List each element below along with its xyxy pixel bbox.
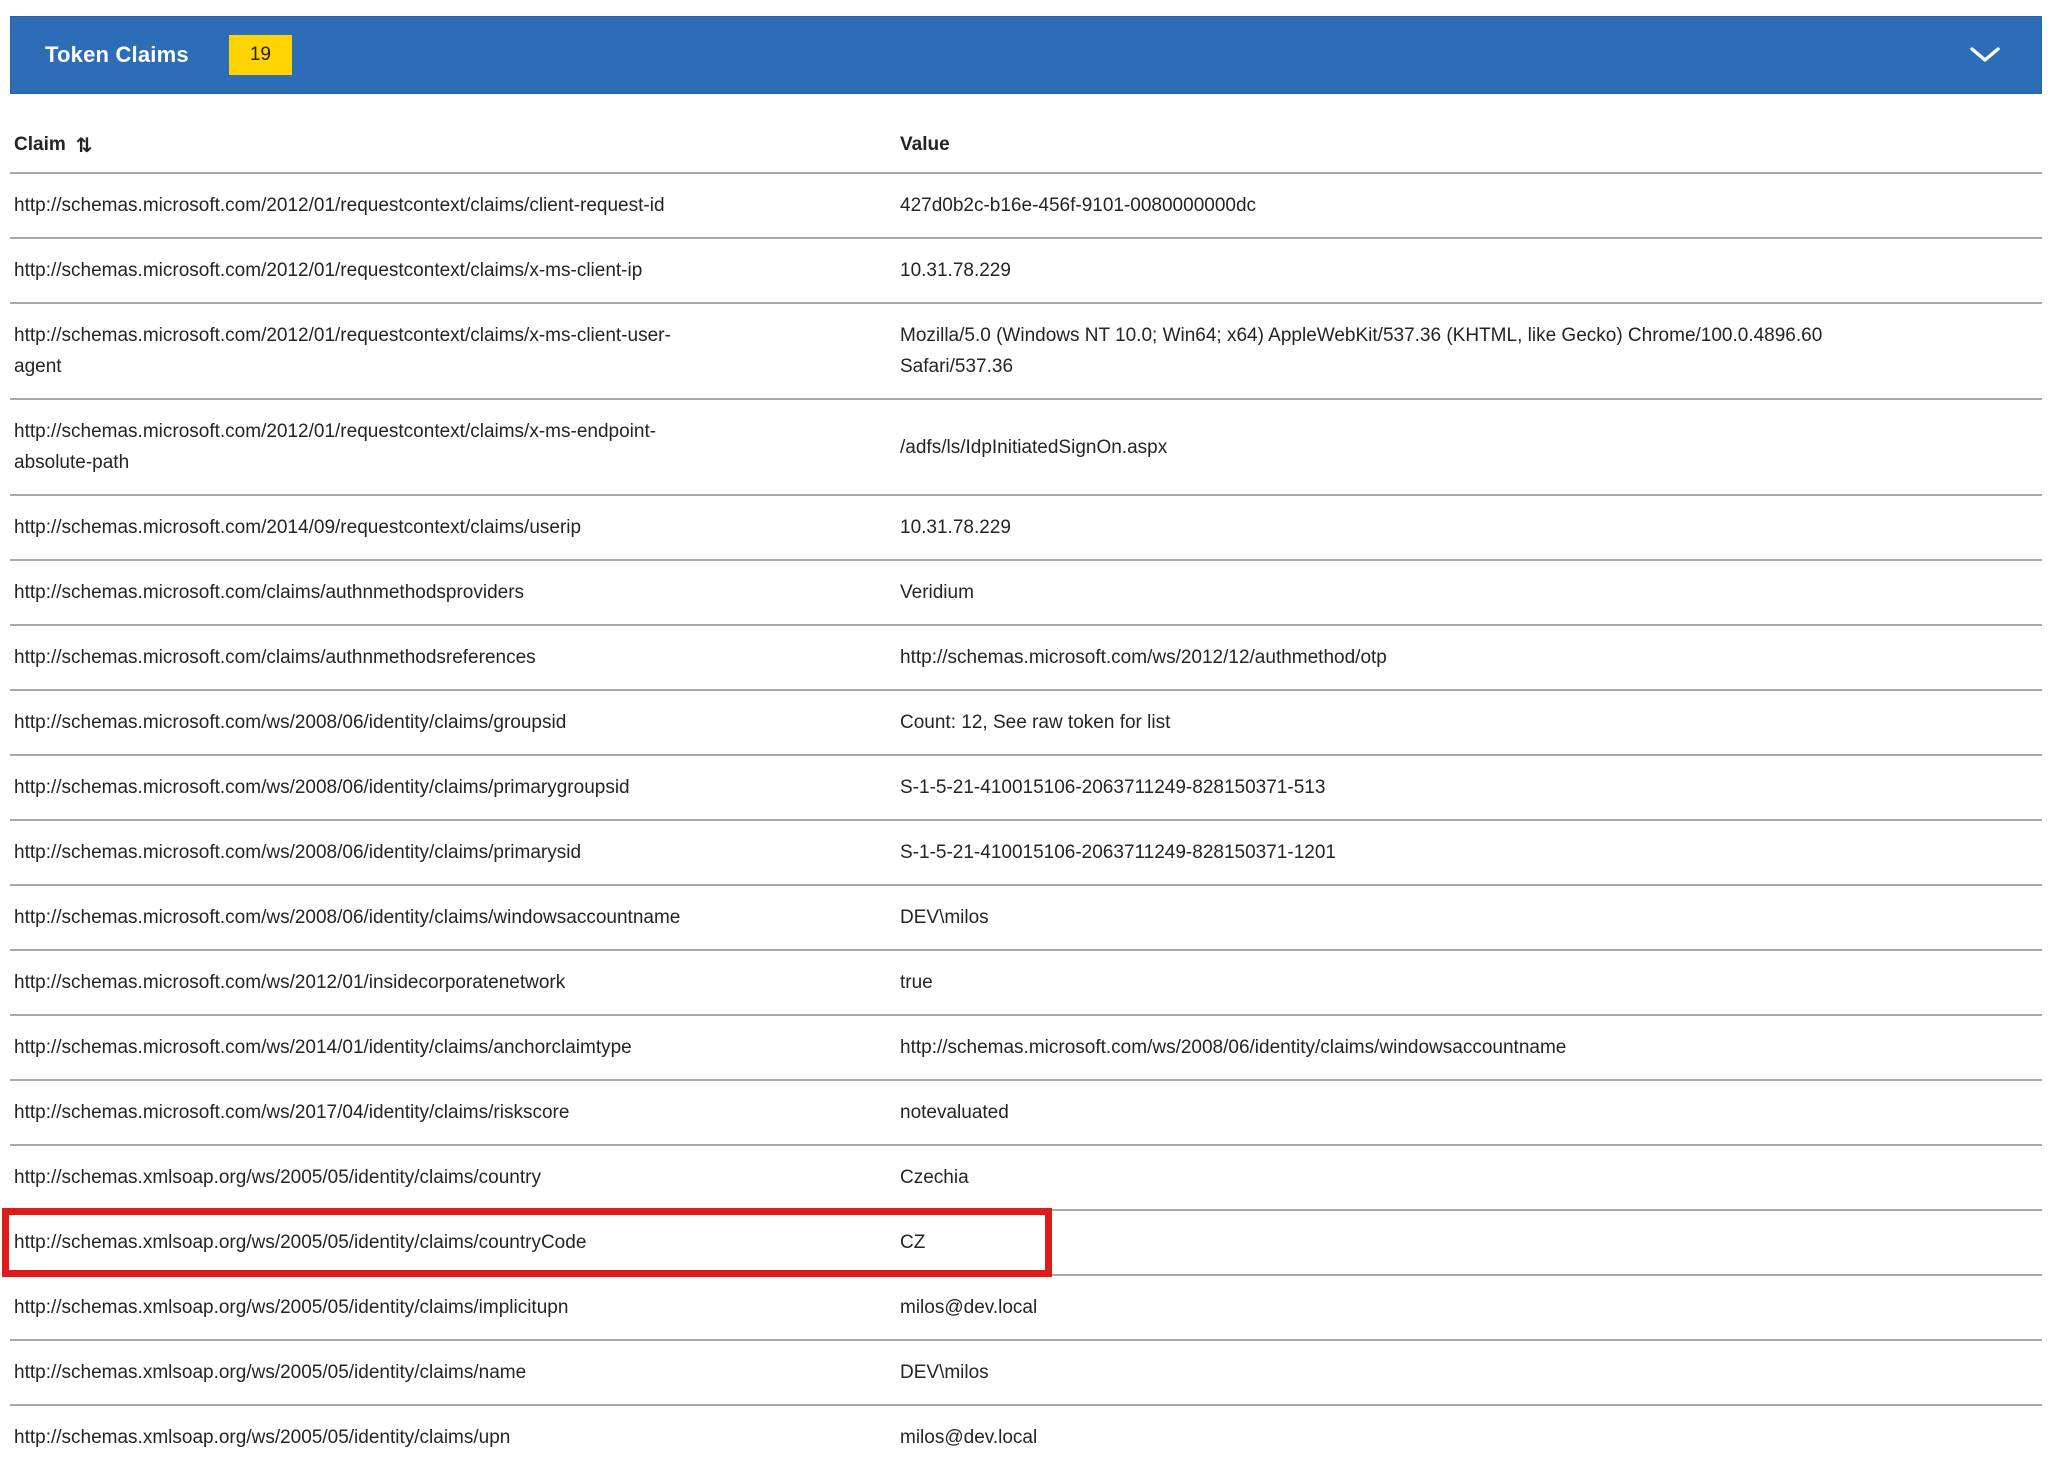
claim-cell: http://schemas.microsoft.com/2014/09/req…: [10, 496, 896, 559]
value-cell: Veridium: [896, 561, 1848, 624]
value-cell: Czechia: [896, 1146, 1848, 1209]
value-cell: Mozilla/5.0 (Windows NT 10.0; Win64; x64…: [896, 304, 1848, 398]
table-row: http://schemas.microsoft.com/2012/01/req…: [10, 239, 2042, 304]
table-row: http://schemas.microsoft.com/2014/09/req…: [10, 496, 2042, 561]
claim-cell: http://schemas.microsoft.com/ws/2008/06/…: [10, 886, 896, 949]
table-row: http://schemas.microsoft.com/2012/01/req…: [10, 304, 2042, 400]
table-row: http://schemas.microsoft.com/ws/2014/01/…: [10, 1016, 2042, 1081]
table-row: http://schemas.xmlsoap.org/ws/2005/05/id…: [10, 1211, 2042, 1276]
claim-cell: http://schemas.xmlsoap.org/ws/2005/05/id…: [10, 1146, 896, 1209]
value-cell: S-1-5-21-410015106-2063711249-828150371-…: [896, 821, 1848, 884]
claim-cell: http://schemas.xmlsoap.org/ws/2005/05/id…: [10, 1276, 896, 1339]
table-row: http://schemas.microsoft.com/ws/2008/06/…: [10, 821, 2042, 886]
table-header-row: Claim ⇅ Value: [10, 118, 2042, 174]
value-cell: DEV\milos: [896, 1341, 1848, 1404]
claim-cell: http://schemas.microsoft.com/2012/01/req…: [10, 174, 896, 237]
chevron-down-icon[interactable]: [1969, 46, 2001, 64]
claim-cell: http://schemas.microsoft.com/2012/01/req…: [10, 304, 896, 398]
value-cell: DEV\milos: [896, 886, 1848, 949]
value-cell: notevaluated: [896, 1081, 1848, 1144]
claim-cell: http://schemas.xmlsoap.org/ws/2005/05/id…: [10, 1211, 896, 1274]
panel-title: Token Claims: [45, 42, 189, 68]
claims-table: Claim ⇅ Value http://schemas.microsoft.c…: [10, 118, 2042, 1464]
column-header-value[interactable]: Value: [896, 134, 2042, 156]
table-row: http://schemas.microsoft.com/ws/2008/06/…: [10, 756, 2042, 821]
table-row: http://schemas.microsoft.com/ws/2017/04/…: [10, 1081, 2042, 1146]
value-cell: 427d0b2c-b16e-456f-9101-0080000000dc: [896, 174, 1848, 237]
claim-cell: http://schemas.microsoft.com/2012/01/req…: [10, 239, 896, 302]
claim-cell: http://schemas.microsoft.com/ws/2017/04/…: [10, 1081, 896, 1144]
claim-cell: http://schemas.microsoft.com/ws/2008/06/…: [10, 756, 896, 819]
table-body: http://schemas.microsoft.com/2012/01/req…: [10, 174, 2042, 1464]
claim-cell: http://schemas.microsoft.com/ws/2014/01/…: [10, 1016, 896, 1079]
claim-cell: http://schemas.microsoft.com/2012/01/req…: [10, 400, 896, 494]
table-row: http://schemas.microsoft.com/ws/2012/01/…: [10, 951, 2042, 1016]
value-cell: Count: 12, See raw token for list: [896, 691, 1848, 754]
value-cell: http://schemas.microsoft.com/ws/2012/12/…: [896, 626, 1848, 689]
token-claims-panel: Token Claims 19 Claim ⇅ Value http://sch…: [0, 0, 2052, 1464]
table-row: http://schemas.microsoft.com/ws/2008/06/…: [10, 691, 2042, 756]
sort-icon[interactable]: ⇅: [76, 133, 93, 157]
table-row: http://schemas.microsoft.com/claims/auth…: [10, 626, 2042, 691]
claim-cell: http://schemas.microsoft.com/claims/auth…: [10, 626, 896, 689]
value-cell: /adfs/ls/IdpInitiatedSignOn.aspx: [896, 416, 1848, 479]
table-row: http://schemas.xmlsoap.org/ws/2005/05/id…: [10, 1406, 2042, 1464]
value-cell: true: [896, 951, 1848, 1014]
claim-cell: http://schemas.xmlsoap.org/ws/2005/05/id…: [10, 1406, 896, 1464]
table-row: http://schemas.microsoft.com/2012/01/req…: [10, 400, 2042, 496]
claim-cell: http://schemas.microsoft.com/ws/2008/06/…: [10, 691, 896, 754]
table-row: http://schemas.microsoft.com/claims/auth…: [10, 561, 2042, 626]
value-cell: S-1-5-21-410015106-2063711249-828150371-…: [896, 756, 1848, 819]
value-cell: milos@dev.local: [896, 1406, 1848, 1464]
value-cell: 10.31.78.229: [896, 239, 1848, 302]
claim-cell: http://schemas.microsoft.com/claims/auth…: [10, 561, 896, 624]
claims-count-badge: 19: [229, 35, 292, 75]
value-header-label: Value: [900, 134, 950, 156]
table-row: http://schemas.microsoft.com/ws/2008/06/…: [10, 886, 2042, 951]
value-cell: http://schemas.microsoft.com/ws/2008/06/…: [896, 1016, 1848, 1079]
claim-cell: http://schemas.microsoft.com/ws/2012/01/…: [10, 951, 896, 1014]
value-cell: CZ: [896, 1211, 1848, 1274]
table-row: http://schemas.xmlsoap.org/ws/2005/05/id…: [10, 1341, 2042, 1406]
column-header-claim[interactable]: Claim ⇅: [10, 133, 896, 157]
table-row: http://schemas.xmlsoap.org/ws/2005/05/id…: [10, 1276, 2042, 1341]
table-row: http://schemas.xmlsoap.org/ws/2005/05/id…: [10, 1146, 2042, 1211]
panel-header[interactable]: Token Claims 19: [10, 16, 2042, 94]
claim-cell: http://schemas.xmlsoap.org/ws/2005/05/id…: [10, 1341, 896, 1404]
claim-header-label: Claim: [14, 134, 66, 156]
table-row: http://schemas.microsoft.com/2012/01/req…: [10, 174, 2042, 239]
value-cell: milos@dev.local: [896, 1276, 1848, 1339]
claim-cell: http://schemas.microsoft.com/ws/2008/06/…: [10, 821, 896, 884]
value-cell: 10.31.78.229: [896, 496, 1848, 559]
